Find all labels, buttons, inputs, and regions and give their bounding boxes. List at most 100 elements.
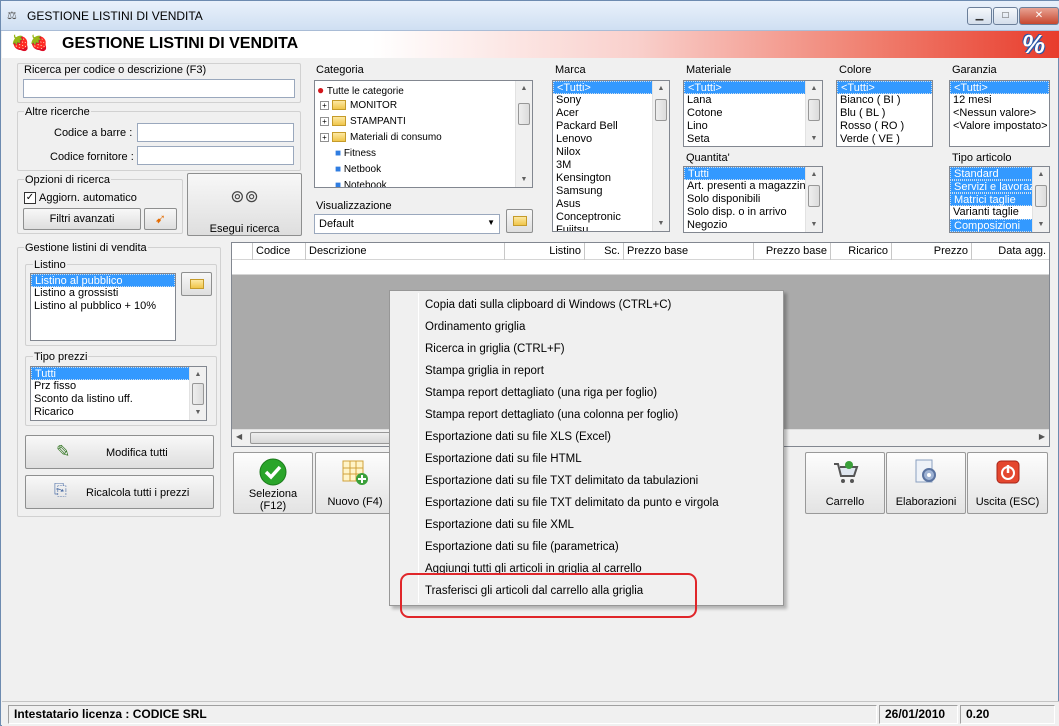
barcode-input[interactable] (137, 123, 294, 142)
exit-button[interactable]: Uscita (ESC) (967, 452, 1048, 514)
warranty-list[interactable]: <Tutti> 12 mesi <Nessun valore> <Valore imp… (949, 80, 1050, 147)
col-prezzo-base-2[interactable]: Prezzo base (753, 243, 830, 260)
menu-item[interactable]: Stampa report dettagliato (una riga per … (425, 382, 657, 404)
list-item[interactable]: Bianco ( BI ) (837, 94, 932, 107)
pricelist-list[interactable]: Listino al pubblico Listino a grossisti Li… (30, 273, 176, 341)
list-item[interactable]: Listino a grossisti (31, 287, 175, 300)
list-item[interactable]: <Nessun valore> (950, 107, 1049, 120)
col-codice[interactable]: Codice (252, 243, 305, 260)
menu-item[interactable]: Esportazione dati su file XML (425, 514, 574, 536)
cart-button[interactable]: Carrello (805, 452, 885, 514)
list-item[interactable]: <Tutti> (950, 81, 1049, 94)
col-sc[interactable]: Sc. (584, 243, 623, 260)
expand-icon[interactable]: + (320, 100, 329, 110)
list-item[interactable]: Ricarico (31, 406, 206, 419)
select-button[interactable]: Seleziona (F12) (233, 452, 313, 514)
scroll-thumb[interactable] (250, 432, 400, 444)
view-select[interactable]: Default ▼ (314, 214, 500, 234)
list-scrollbar[interactable]: ▲ ▼ (652, 81, 669, 231)
brand-list[interactable]: <Tutti> Sony Acer Packard Bell Lenovo Nilox 3M… (552, 80, 670, 232)
menu-item[interactable]: Esportazione dati su file (parametrica) (425, 536, 619, 558)
code-search-input[interactable] (23, 79, 295, 98)
list-item[interactable]: Lana (684, 94, 822, 107)
list-item[interactable]: <Tutti> (684, 81, 822, 94)
tree-item-stampanti[interactable]: + STAMPANTI (320, 114, 406, 130)
list-item[interactable]: Lino (684, 120, 822, 133)
list-item[interactable]: Tutti (684, 167, 822, 180)
col-listino[interactable]: Listino (504, 243, 584, 260)
list-item[interactable]: Sconto da listino uff. (31, 393, 206, 406)
list-item[interactable]: Solo disp. o in arrivo (684, 206, 822, 219)
tree-item-monitor[interactable]: + MONITOR (320, 98, 397, 114)
list-item[interactable]: Verde ( VE ) (837, 133, 932, 146)
modify-all-button[interactable]: ✎ Modifica tutti (25, 435, 214, 469)
warranty-label: Garanzia (952, 64, 997, 76)
list-item[interactable]: Negozio (684, 219, 822, 232)
new-button[interactable]: Nuovo (F4) (315, 452, 395, 514)
expand-icon[interactable]: + (320, 116, 329, 126)
menu-item[interactable]: Esportazione dati su file HTML (425, 448, 582, 470)
price-type-list[interactable]: Tutti Prz fisso Sconto da listino uff. Rica… (30, 366, 207, 421)
menu-item[interactable]: Stampa report dettagliato (una colonna p… (425, 404, 678, 426)
col-descrizione[interactable]: Descrizione (305, 243, 504, 260)
list-item[interactable]: Cotone (684, 107, 822, 120)
menu-item[interactable]: Ricerca in griglia (CTRL+F) (425, 338, 565, 360)
maximize-icon: □ (1002, 10, 1009, 21)
list-scrollbar[interactable]: ▲ ▼ (189, 367, 206, 420)
processing-button[interactable]: Elaborazioni (886, 452, 966, 514)
list-item[interactable]: Tutti (31, 367, 206, 380)
auto-update-checkbox[interactable]: ✓ (24, 192, 36, 204)
list-item[interactable]: Seta (684, 133, 822, 146)
menu-item[interactable]: Ordinamento griglia (425, 316, 525, 338)
list-item[interactable]: Listino al pubblico + 10% (31, 300, 175, 313)
color-list[interactable]: <Tutti> Bianco ( BI ) Blu ( BL ) Rosso ( RO… (836, 80, 933, 147)
col-prezzo[interactable]: Prezzo (891, 243, 971, 260)
menu-item[interactable]: Stampa griglia in report (425, 360, 544, 382)
menu-item[interactable]: Esportazione dati su file XLS (Excel) (425, 426, 611, 448)
maximize-button[interactable]: □ (993, 7, 1018, 25)
grid-empty-row[interactable] (232, 260, 1049, 275)
col-data-agg[interactable]: Data agg. (971, 243, 1049, 260)
list-item[interactable]: <Tutti> (837, 81, 932, 94)
minimize-button[interactable]: ▁ (967, 7, 992, 25)
menu-item[interactable]: Copia dati sulla clipboard di Windows (C… (425, 294, 671, 316)
col-ricarico[interactable]: Ricarico (830, 243, 891, 260)
menu-item[interactable]: Esportazione dati su file TXT delimitato… (425, 470, 698, 492)
list-scrollbar[interactable]: ▲ ▼ (805, 167, 822, 232)
title-bar[interactable]: ⚖ GESTIONE LISTINI DI VENDITA ▁ □ ✕ (1, 1, 1059, 31)
category-tree[interactable]: ● Tutte le categorie + MONITOR + STAMPANTI… (314, 80, 533, 188)
folder-icon (189, 279, 204, 290)
col-prezzo-base[interactable]: Prezzo base (623, 243, 753, 260)
tree-item-materiali[interactable]: + Materiali di consumo (320, 130, 442, 146)
material-list[interactable]: <Tutti> Lana Cotone Lino Seta ▲ ▼ (683, 80, 823, 147)
list-item[interactable]: Art. presenti a magazzino (684, 180, 822, 193)
quantity-list[interactable]: Tutti Art. presenti a magazzino Solo dispo… (683, 166, 823, 233)
list-scrollbar[interactable]: ▲ ▼ (1032, 167, 1049, 232)
tree-item-netbook[interactable]: ■ Netbook (335, 162, 381, 178)
supplier-code-input[interactable] (137, 146, 294, 165)
tree-item-notebook[interactable]: ■ Notebook (335, 178, 387, 187)
list-item[interactable]: 12 mesi (950, 94, 1049, 107)
list-item[interactable]: Listino al pubblico (31, 274, 175, 287)
list-item[interactable]: Blu ( BL ) (837, 107, 932, 120)
advanced-filters-button[interactable]: Filtri avanzati (23, 208, 141, 230)
pricelist-folder-button[interactable] (181, 272, 212, 296)
view-folder-button[interactable] (506, 209, 533, 233)
list-item[interactable]: <Valore impostato> (950, 120, 1049, 133)
list-scrollbar[interactable]: ▲ ▼ (805, 81, 822, 146)
list-item[interactable]: Prz fisso (31, 380, 206, 393)
chevron-down-icon: ▼ (487, 218, 495, 227)
filter-arrow-button[interactable]: ➹ (144, 208, 177, 230)
menu-item[interactable]: Esportazione dati su file TXT delimitato… (425, 492, 719, 514)
close-button[interactable]: ✕ (1019, 7, 1059, 25)
list-item[interactable]: Rosso ( RO ) (837, 120, 932, 133)
run-search-button[interactable]: ⊚⊚ Esegui ricerca (187, 173, 302, 236)
binoculars-icon: ⊚⊚ (230, 187, 259, 206)
category-scrollbar[interactable]: ▲ ▼ (515, 81, 532, 187)
list-item[interactable]: Solo disponibili (684, 193, 822, 206)
expand-icon[interactable]: + (320, 132, 329, 142)
tree-item-fitness[interactable]: ■ Fitness (335, 146, 376, 162)
item-type-list[interactable]: Standard Servizi e lavoraz Matrici taglie V… (949, 166, 1050, 233)
recalc-prices-button[interactable]: ⎘ Ricalcola tutti i prezzi (25, 475, 214, 509)
tree-item-all[interactable]: ● Tutte le categorie (317, 82, 404, 98)
